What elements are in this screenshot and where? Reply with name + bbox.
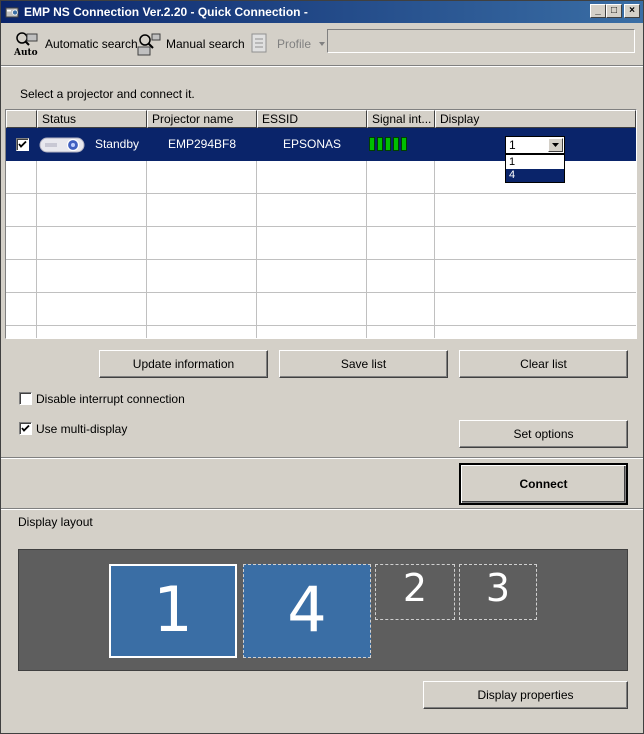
separator bbox=[1, 508, 643, 510]
chevron-down-icon[interactable] bbox=[317, 40, 327, 48]
multi-display-checkbox[interactable] bbox=[19, 422, 32, 435]
connect-button[interactable]: Connect bbox=[459, 463, 628, 505]
display-select[interactable]: 1 bbox=[505, 136, 565, 154]
minimize-button[interactable]: _ bbox=[590, 4, 606, 18]
empty-row[interactable] bbox=[6, 260, 636, 293]
profile-icon bbox=[251, 33, 267, 53]
empty-row[interactable] bbox=[6, 227, 636, 260]
display-tile-label: 1 bbox=[153, 573, 193, 646]
empty-row[interactable] bbox=[6, 326, 636, 338]
profile-label: Profile bbox=[277, 37, 312, 51]
column-header-signal[interactable]: Signal int... bbox=[367, 110, 435, 128]
automatic-search-label: Automatic search bbox=[45, 37, 138, 51]
disable-interrupt-checkbox[interactable] bbox=[19, 392, 32, 405]
signal-bar bbox=[377, 137, 383, 151]
signal-bar bbox=[393, 137, 399, 151]
signal-bar bbox=[401, 137, 407, 151]
display-properties-button[interactable]: Display properties bbox=[423, 681, 628, 709]
checkmark-icon bbox=[18, 140, 27, 148]
dropdown-option-highlighted[interactable]: 4 bbox=[506, 169, 564, 182]
display-layout-area[interactable]: 1 4 2 3 bbox=[18, 549, 628, 671]
display-dropdown-list[interactable]: 1 4 bbox=[505, 154, 565, 183]
display-tile-1[interactable]: 1 bbox=[109, 564, 237, 658]
instruction-text: Select a projector and connect it. bbox=[20, 87, 195, 101]
manual-search-label: Manual search bbox=[166, 37, 245, 51]
automatic-search-button[interactable]: Auto Automatic search bbox=[13, 31, 138, 57]
separator bbox=[1, 457, 643, 459]
display-tile-label: 4 bbox=[287, 573, 327, 646]
column-header-status[interactable]: Status bbox=[37, 110, 147, 128]
column-header-display[interactable]: Display bbox=[435, 110, 636, 128]
display-tile-label: 2 bbox=[402, 566, 428, 610]
auto-icon-text: Auto bbox=[13, 48, 38, 57]
window-title: EMP NS Connection Ver.2.20 - Quick Conne… bbox=[24, 5, 308, 19]
disable-interrupt-label[interactable]: Disable interrupt connection bbox=[36, 392, 185, 406]
display-select-value: 1 bbox=[509, 138, 516, 152]
display-layout-title: Display layout bbox=[18, 515, 93, 529]
profile-button[interactable]: Profile bbox=[249, 31, 331, 57]
display-tile-2[interactable]: 2 bbox=[375, 564, 455, 620]
display-tile-3[interactable]: 3 bbox=[459, 564, 537, 620]
app-icon bbox=[5, 7, 19, 18]
dropdown-option[interactable]: 1 bbox=[506, 156, 564, 169]
toolbar: Auto Automatic search Manual search Prof… bbox=[1, 23, 643, 63]
projector-name-cell: EMP294BF8 bbox=[167, 137, 237, 151]
manual-search-icon bbox=[137, 33, 161, 56]
manual-search-button[interactable]: Manual search bbox=[136, 31, 245, 57]
column-header-essid[interactable]: ESSID bbox=[257, 110, 367, 128]
column-header-projector-name[interactable]: Projector name bbox=[147, 110, 257, 128]
projector-icon bbox=[39, 137, 85, 153]
signal-bar bbox=[385, 137, 391, 151]
title-bar[interactable]: EMP NS Connection Ver.2.20 - Quick Conne… bbox=[1, 1, 643, 23]
empty-row[interactable] bbox=[6, 194, 636, 227]
update-information-button[interactable]: Update information bbox=[99, 350, 268, 378]
separator bbox=[1, 65, 643, 67]
checkmark-icon bbox=[21, 424, 30, 432]
chevron-down-icon bbox=[552, 143, 559, 147]
profile-input[interactable] bbox=[327, 29, 635, 53]
app-window: EMP NS Connection Ver.2.20 - Quick Conne… bbox=[0, 0, 644, 734]
display-select-arrow[interactable] bbox=[548, 138, 563, 152]
save-list-button[interactable]: Save list bbox=[279, 350, 448, 378]
empty-row[interactable] bbox=[6, 293, 636, 326]
display-tile-label: 3 bbox=[485, 566, 511, 610]
auto-search-icon: Auto bbox=[13, 32, 38, 57]
row-checkbox[interactable] bbox=[16, 138, 29, 151]
multi-display-label[interactable]: Use multi-display bbox=[36, 422, 127, 436]
set-options-button[interactable]: Set options bbox=[459, 420, 628, 448]
column-header-check[interactable] bbox=[6, 110, 37, 128]
close-button[interactable]: × bbox=[624, 4, 640, 18]
signal-bar bbox=[369, 137, 375, 151]
essid-cell: EPSONAS bbox=[282, 137, 342, 151]
maximize-button[interactable]: □ bbox=[606, 4, 622, 18]
display-tile-4[interactable]: 4 bbox=[243, 564, 371, 658]
status-cell: Standby bbox=[94, 137, 140, 151]
clear-list-button[interactable]: Clear list bbox=[459, 350, 628, 378]
